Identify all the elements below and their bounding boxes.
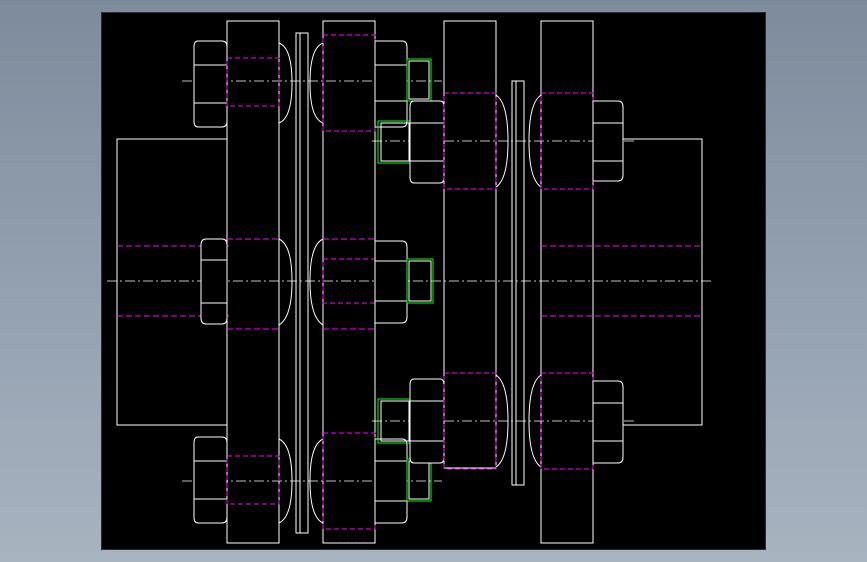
nut <box>374 40 408 128</box>
flange-plate-2 <box>322 20 376 544</box>
bolt-head <box>193 436 228 524</box>
bolt-head <box>200 238 228 325</box>
nut <box>374 438 408 524</box>
spacer-ring-right <box>511 80 525 486</box>
spacer-ring-left <box>295 32 309 534</box>
bolt-head <box>193 40 228 128</box>
thread-end <box>406 458 432 502</box>
flange-plate-1 <box>226 20 280 544</box>
flange-plate-3 <box>443 20 497 469</box>
cad-viewport[interactable] <box>102 13 765 549</box>
nut <box>409 378 445 464</box>
flange-plate-4 <box>540 20 594 544</box>
thread-end <box>406 58 432 102</box>
coupling-drawing <box>107 20 712 544</box>
nut <box>374 240 408 324</box>
bolt-head <box>592 380 624 464</box>
bolt-head <box>592 100 624 182</box>
nut <box>409 100 445 184</box>
